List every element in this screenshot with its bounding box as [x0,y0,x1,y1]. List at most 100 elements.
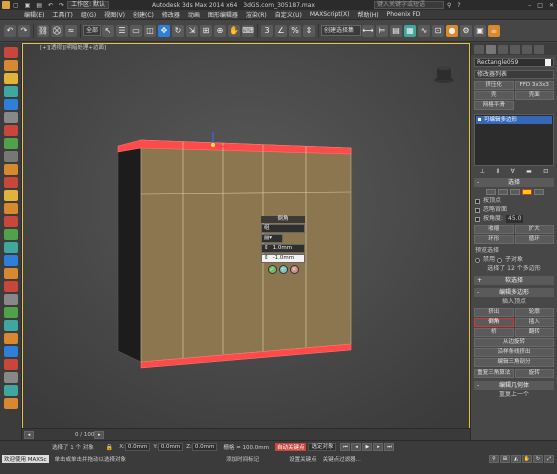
orbit-icon[interactable]: ↻ [533,455,543,463]
shrink-button[interactable]: 收缩 [474,225,514,234]
undo-button-icon[interactable]: ↶ [4,24,16,37]
bind-space-warp-icon[interactable]: ≈ [65,24,77,37]
vray-light-icon[interactable] [4,60,18,71]
select-by-name-icon[interactable]: ☰ [116,24,129,37]
ok-check-icon[interactable]: ✓ [267,265,277,274]
retriangulate-button[interactable]: 重复三角算法 [474,369,514,378]
bevel-outline-spinner[interactable]: ⇕ -1.0mm [261,254,305,263]
green-material-icon[interactable] [4,307,18,318]
named-selection-set-dropdown[interactable]: 创建选择集 [321,25,362,36]
redo-icon[interactable]: ↷ [56,2,67,9]
menu-customize[interactable]: 自定义(U) [271,10,306,19]
timeline-prev-icon[interactable]: ◂ [24,430,34,439]
timeline-next-icon[interactable]: ▸ [94,430,105,439]
select-manipulate-icon[interactable]: ✋ [228,24,241,37]
bridge-button[interactable]: 桥 [474,328,514,337]
pan-icon[interactable]: ✋ [522,455,532,463]
vray-sphere-icon[interactable] [4,138,18,149]
mirror-icon[interactable]: ⟷ [362,24,375,37]
hierarchy-tab-icon[interactable] [498,44,508,54]
undo-icon[interactable]: ↶ [45,2,56,9]
modify-tab-icon[interactable] [486,44,496,54]
align-icon[interactable]: ⊨ [376,24,389,37]
frame-counter[interactable]: 0 / 100 [75,432,94,438]
loop-button[interactable]: 循环 [514,235,554,244]
vray-fur-icon[interactable] [4,125,18,136]
modifier-button-shell-face[interactable]: 壳面 [514,91,554,100]
select-move-icon[interactable]: ✥ [158,24,171,37]
metal-material-icon[interactable] [4,294,18,305]
vray-frame-buffer-icon[interactable] [4,47,18,58]
edge-level-icon[interactable] [498,189,508,195]
spinner-snap-icon[interactable]: ⇕ [303,24,316,37]
polygon-level-icon[interactable] [522,189,532,195]
3dsmax-app-icon[interactable] [2,1,10,9]
menu-animation[interactable]: 动画 [184,10,204,19]
selection-rollout-header[interactable]: - 选择 [474,178,554,187]
snaps-toggle-icon[interactable]: 3 [261,24,274,37]
by-angle-row[interactable]: 按角度: 45.0 [475,215,553,223]
bevel-type-dropdown[interactable]: 组 [261,224,305,233]
play-icon[interactable]: ▶ [362,443,373,451]
modifier-button-meshsmooth[interactable]: 网格平滑 [474,101,514,110]
keyboard-shortcut-icon[interactable]: ⌨ [242,24,255,37]
help-icon[interactable]: ? [454,2,463,9]
modifier-button-shell[interactable]: 壳 [474,91,514,100]
scene-tool-icon[interactable] [4,346,18,357]
menu-modifiers[interactable]: 修改器 [158,10,184,19]
cloth-material-icon[interactable] [4,333,18,344]
angle-snap-icon[interactable]: ∠ [275,24,288,37]
close-button[interactable]: ✕ [546,2,557,9]
link-icon[interactable]: ⛓ [37,24,49,37]
edit-polygons-rollout-header[interactable]: - 编辑多边形 [474,288,554,297]
x-coord-field[interactable]: 0.0mm [124,443,151,451]
element-level-icon[interactable] [534,189,544,195]
z-coord-field[interactable]: 0.0mm [191,443,218,451]
wood-material-icon[interactable] [4,268,18,279]
utilities-tab-icon[interactable] [534,44,544,54]
border-level-icon[interactable] [510,189,520,195]
by-vertex-checkbox[interactable] [475,198,480,204]
object-color-swatch[interactable] [545,59,551,66]
vray-proxy-icon[interactable] [4,99,18,110]
viewport-layout-icon[interactable] [4,372,18,383]
autokey-button[interactable]: 自动关键点 [274,443,307,451]
edit-geometry-rollout-header[interactable]: - 编辑几何体 [474,381,554,390]
soft-selection-rollout-header[interactable]: + 软选择 [474,276,554,285]
red-material-icon[interactable] [4,281,18,292]
modifier-button-ffd[interactable]: FFD 3x3x3 [514,81,554,90]
ignore-backface-checkbox[interactable] [475,207,480,213]
schematic-view-icon[interactable]: ⊡ [432,24,445,37]
remove-modifier-icon[interactable]: ▬ [526,168,532,175]
by-vertex-row[interactable]: 按顶点 [475,197,553,205]
plugin-tool-icon[interactable] [4,385,18,396]
set-key-button[interactable]: 设置关键点 [289,455,317,463]
spot-light-icon[interactable] [4,216,18,227]
sky-icon[interactable] [4,255,18,266]
menu-edit[interactable]: 编辑(E) [20,10,48,19]
display-tab-icon[interactable] [522,44,532,54]
water-icon[interactable] [4,242,18,253]
menu-create[interactable]: 创建(C) [129,10,158,19]
maxscript-listener[interactable]: 欢迎使用 MAXSc [2,455,49,463]
vertex-level-icon[interactable] [486,189,496,195]
extra-tool-icon[interactable] [4,398,18,409]
select-scale-icon[interactable]: ⇲ [186,24,199,37]
key-filters-button[interactable]: 关键点过滤器... [323,455,361,463]
fire-effect-icon[interactable] [4,177,18,188]
motion-tab-icon[interactable] [510,44,520,54]
menu-phoenix-fd[interactable]: Phoenix FD [383,11,425,18]
render-setup-icon[interactable]: ⚙ [460,24,473,37]
go-to-end-icon[interactable]: ⏭ [384,443,395,451]
viewport-label[interactable]: [+][透视][明暗处理+边面] [40,43,106,51]
fov-icon[interactable]: ◭ [511,455,521,463]
pin-stack-icon[interactable]: ⊥ [480,168,485,175]
maximize-button[interactable]: □ [534,2,546,9]
menu-help[interactable]: 帮助(H) [353,10,382,19]
unlink-icon[interactable]: ⛒ [51,24,63,37]
y-coord-field[interactable]: 0.0mm [157,443,184,451]
perspective-viewport[interactable]: 倒角 组 ▤▾ ⇕ 1.0mm ⇕ -1.0mm ✓ + ✕ [22,43,470,440]
preview-disabled-radio[interactable] [475,257,480,263]
align-tool-icon[interactable] [4,151,18,162]
zoom-icon[interactable]: ⚲ [489,455,499,463]
